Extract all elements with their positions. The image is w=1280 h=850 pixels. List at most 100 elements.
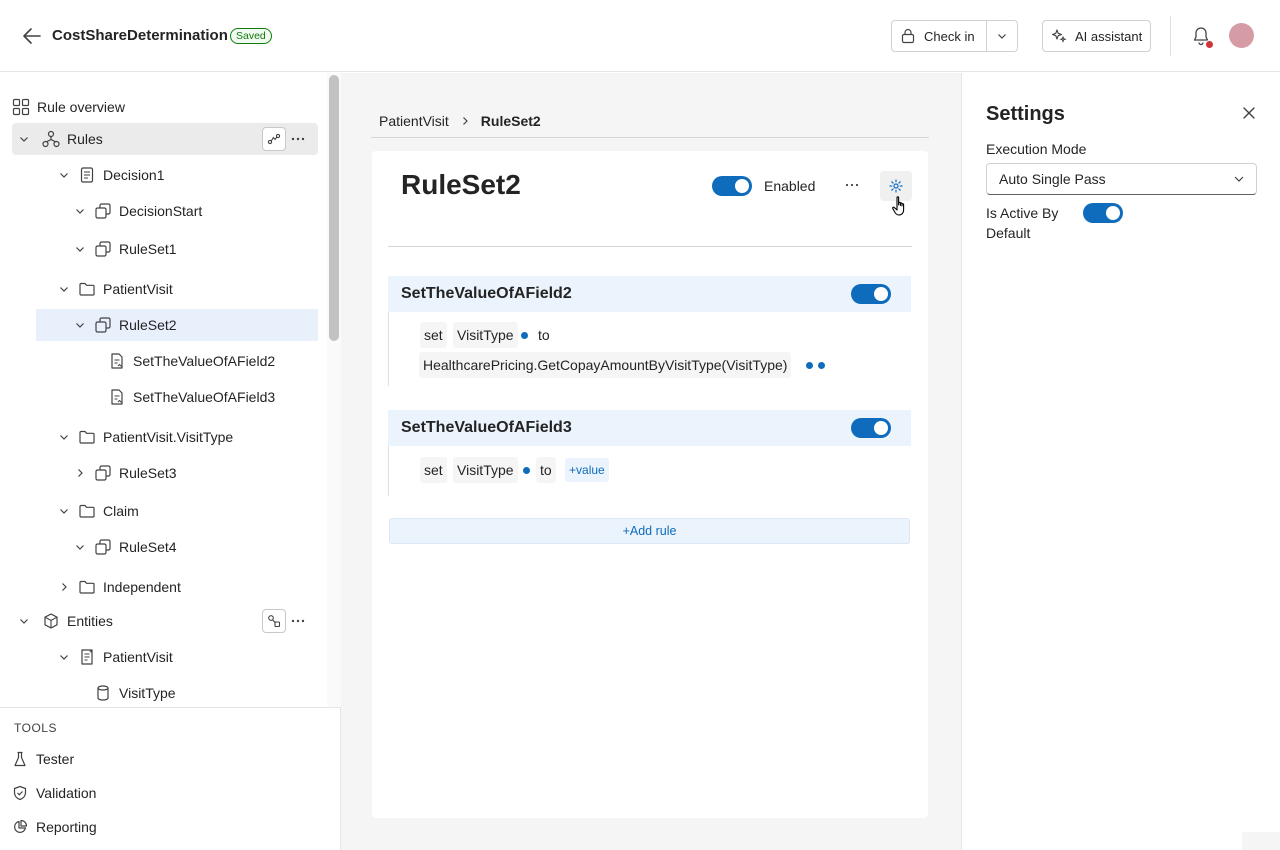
main-canvas: PatientVisit RuleSet2 RuleSet2 Enabled S… [341,73,961,850]
tree-item-label: RuleSet3 [119,465,177,481]
chevron-down-icon[interactable] [56,281,72,297]
chevron-right-icon[interactable] [56,579,72,595]
chevron-down-icon[interactable] [56,167,72,183]
execution-mode-label: Execution Mode [986,141,1087,157]
plus-icon: + [569,463,577,477]
tree-item-visittype[interactable]: VisitType [94,677,318,707]
tool-reporting[interactable]: Reporting [12,815,97,839]
more-options-icon[interactable] [288,127,308,151]
chevron-right-icon [459,115,471,127]
breadcrumb-item[interactable]: PatientVisit [379,113,449,129]
tree-item-decisionstart[interactable]: DecisionStart [72,195,318,227]
set-keyword[interactable]: set [420,322,447,348]
tree-item-label: Entities [67,613,113,629]
to-keyword: to [538,327,550,343]
chevron-down-icon[interactable] [72,539,88,555]
back-arrow-icon[interactable] [20,24,44,48]
tree-item-label: DecisionStart [119,203,203,219]
tree-item-label: SetTheValueOfAField2 [133,353,276,369]
chevron-right-icon[interactable] [72,465,88,481]
breadcrumb: PatientVisit RuleSet2 [379,113,541,129]
entities-diagram-button[interactable] [262,609,286,633]
more-options-icon[interactable] [288,609,308,633]
expression-connector-dot[interactable] [818,362,825,369]
more-options-icon[interactable] [842,173,862,197]
sidebar-scrollbar[interactable] [329,75,339,341]
field-token[interactable]: VisitType [453,457,518,483]
chevron-down-icon[interactable] [16,613,32,629]
to-keyword: to [536,457,556,483]
check-in-split-button: Check in [891,20,1018,52]
rule-enabled-toggle[interactable] [851,284,891,304]
breadcrumb-current: RuleSet2 [480,113,541,129]
chevron-down-icon[interactable] [16,131,32,147]
flow-icon [267,132,281,146]
chevron-down-icon[interactable] [72,317,88,333]
grid-icon [12,98,30,116]
expression-connector-dot[interactable] [806,362,813,369]
rule-header[interactable]: SetTheValueOfAField2 [388,276,911,312]
field-connector-dot[interactable] [523,467,530,474]
tree-item-label: PatientVisit [103,281,173,297]
sparkle-icon [1051,28,1067,44]
ruleset-enabled-toggle[interactable] [712,176,752,196]
set-keyword[interactable]: set [420,457,447,483]
cylinder-icon [94,684,112,702]
tool-tester[interactable]: Tester [12,747,74,771]
rules-graph-button[interactable] [262,127,286,151]
chevron-down-icon[interactable] [56,503,72,519]
ruleset-title: RuleSet2 [401,169,521,200]
tree-item-ruleset2[interactable]: RuleSet2 [36,309,318,341]
tree-item-patientvisit-folder[interactable]: PatientVisit [56,273,318,305]
rule-tree: Rule overview Rules Decision1 DecisionSt… [0,73,326,707]
tree-item-decision1[interactable]: Decision1 [56,159,318,191]
execution-mode-value: Auto Single Pass [999,171,1106,187]
execution-mode-select[interactable]: Auto Single Pass [986,163,1257,195]
rule-enabled-toggle[interactable] [851,418,891,438]
document-icon [78,166,96,184]
enabled-label: Enabled [764,178,816,194]
tree-item-rule-overview[interactable]: Rule overview [12,91,318,123]
folder-icon [78,428,96,446]
tree-item-ruleset1[interactable]: RuleSet1 [72,233,318,265]
tree-item-patientvisit-visittype-folder[interactable]: PatientVisit.VisitType [56,421,318,453]
saved-status-badge: Saved [230,28,272,44]
shapes-icon [267,614,281,628]
add-value-link[interactable]: +value [565,458,609,482]
chevron-down-icon[interactable] [72,241,88,257]
rule-header[interactable]: SetTheValueOfAField3 [388,410,911,446]
tree-item-label: Rules [67,131,103,147]
active-by-default-label: Is Active By Default [986,205,1059,241]
chevron-down-icon[interactable] [56,649,72,665]
avatar[interactable] [1229,23,1254,48]
tree-item-ruleset3[interactable]: RuleSet3 [72,457,318,489]
chevron-down-icon [996,30,1008,42]
lock-icon [900,28,916,44]
check-in-button[interactable]: Check in [892,21,988,51]
active-by-default-toggle[interactable] [1083,203,1123,223]
tree-item-patientvisit-entity[interactable]: PatientVisit [56,641,318,673]
field-connector-dot[interactable] [521,332,528,339]
ai-assistant-button[interactable]: AI assistant [1042,20,1151,52]
tree-item-ruleset4[interactable]: RuleSet4 [72,531,318,563]
chevron-down-icon[interactable] [72,203,88,219]
check-in-dropdown-button[interactable] [987,21,1017,51]
tree-item-label: SetTheValueOfAField3 [133,389,276,405]
chevron-down-icon[interactable] [56,429,72,445]
tree-item-setthevalueofafield3[interactable]: SetTheValueOfAField3 [108,381,318,413]
add-rule-button[interactable]: + Add rule [389,518,910,544]
tool-validation[interactable]: Validation [12,781,96,805]
tools-section: TOOLS Tester Validation Reporting [0,707,340,850]
tool-label: Reporting [36,819,97,835]
tree-item-independent-folder[interactable]: Independent [56,571,318,603]
add-rule-label: Add rule [629,524,677,538]
folder-icon [78,502,96,520]
notification-dot [1205,40,1214,49]
tree-item-claim-folder[interactable]: Claim [56,495,318,527]
close-icon[interactable] [1240,104,1258,122]
expression-token[interactable]: HealthcarePricing.GetCopayAmountByVisitT… [419,352,792,378]
tree-item-label: VisitType [119,685,176,701]
field-token[interactable]: VisitType [453,322,518,348]
tree-item-setthevalueofafield2[interactable]: SetTheValueOfAField2 [108,345,318,377]
top-bar: CostShareDetermination Saved Check in AI… [0,0,1280,72]
